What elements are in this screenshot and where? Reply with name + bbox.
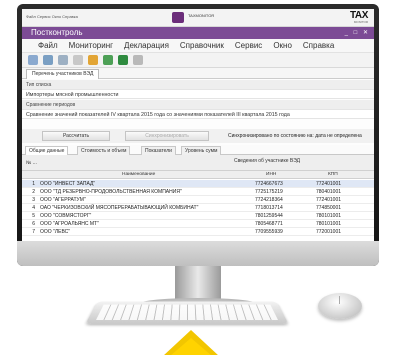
row-name: ООО "ИНВЕСТ ЗАПАД" xyxy=(40,181,96,187)
sync-status: Синхронизировано по состоянию на: дата н… xyxy=(228,133,362,139)
row-inn: 7709555939 xyxy=(255,229,283,235)
row-name: ООО "ЛЕВС" xyxy=(40,229,71,235)
synchronize-button[interactable]: Синхронизировать xyxy=(125,131,209,141)
excel-icon[interactable] xyxy=(118,55,128,65)
row-inn: 7718013714 xyxy=(255,205,283,211)
filter-icon[interactable] xyxy=(133,55,143,65)
row-number: 4 xyxy=(32,205,35,211)
row-inn: 7724667673 xyxy=(255,181,283,187)
row-number: 6 xyxy=(32,221,35,227)
calculate-button[interactable]: Рассчитать xyxy=(42,131,110,141)
refresh-icon[interactable] xyxy=(103,55,113,65)
row-kpp: 780101001 xyxy=(316,221,342,227)
mouse xyxy=(318,293,362,319)
column-group-header: Сведения об участнике ВЭД xyxy=(233,158,301,164)
column-header-inn[interactable]: ИНН xyxy=(266,172,276,177)
data-subtabs: Общие данные Стоимость и объем Показател… xyxy=(22,145,374,155)
window-title: Постконтроль xyxy=(31,28,83,37)
row-name: ОАО "ЧЕРКИЗОВСКИЙ МЯСОПЕРЕРАБАТЫВАЮЩИЙ К… xyxy=(40,205,199,211)
menu-item-help[interactable]: Справка xyxy=(303,41,334,50)
row-number: 7 xyxy=(32,229,35,235)
row-inn: 7805468771 xyxy=(255,221,283,227)
delete-icon[interactable] xyxy=(73,55,83,65)
up-arrow-inner xyxy=(170,338,212,355)
keyboard xyxy=(85,301,289,324)
tab-sum-level[interactable]: Уровень сумм xyxy=(181,146,222,155)
table-row[interactable]: 7 ООО "ЛЕВС" 7709555939 772001001 xyxy=(22,228,374,236)
app-logo-icon xyxy=(172,12,184,23)
row-inn: 7724218364 xyxy=(255,197,283,203)
row-number: 1 xyxy=(32,181,35,187)
menu-item-monitoring[interactable]: Мониторинг xyxy=(69,41,113,50)
row-name: ООО "АГЕРРАТУМ" xyxy=(40,197,86,203)
monitor-chin xyxy=(17,241,379,266)
row-kpp: 780401001 xyxy=(316,189,342,195)
row-kpp: 772401001 xyxy=(316,181,342,187)
menu-item-service[interactable]: Сервис xyxy=(235,41,262,50)
menu-item-window[interactable]: Окно xyxy=(273,41,292,50)
row-inn: 7801259544 xyxy=(255,213,283,219)
monitor: Файл Сервис Окно Справка TAXMONITOR TAX … xyxy=(17,4,379,266)
row-kpp: 772001001 xyxy=(316,229,342,235)
tab-participants-list[interactable]: Перечень участников ВЭД xyxy=(26,69,100,79)
menu-item-file[interactable]: Файл xyxy=(38,41,58,50)
row-kpp: 772401001 xyxy=(316,197,342,203)
table-row[interactable]: 5 ООО "СОВМЯСТОРГ" 7801259544 780101001 xyxy=(22,212,374,220)
table-column-headers: Наименование ИНН КПП xyxy=(22,171,374,179)
row-name: ООО "АГРОАЛЬЯНС МТ" xyxy=(40,221,99,227)
monitor-stand xyxy=(175,266,221,300)
row-number: 2 xyxy=(32,189,35,195)
table-row[interactable]: 1 ООО "ИНВЕСТ ЗАПАД" 7724667673 772401001 xyxy=(22,180,374,188)
list-type-field[interactable]: Импортеры мясной промышленности xyxy=(22,89,374,99)
table-row[interactable]: 6 ООО "АГРОАЛЬЯНС МТ" 7805468771 780101001 xyxy=(22,220,374,228)
row-name: ООО "ТД РЕЗЕРВНО-ПРОДОВОЛЬСТВЕННАЯ КОМПА… xyxy=(40,189,182,195)
row-number: 5 xyxy=(32,213,35,219)
brand-logo-sub: MONITOR xyxy=(353,20,368,24)
row-inn: 7725175219 xyxy=(255,189,283,195)
app-screen: Файл Сервис Окно Справка TAXMONITOR TAX … xyxy=(22,9,374,241)
app-logo-text: TAXMONITOR xyxy=(188,13,215,18)
row-number: 3 xyxy=(32,197,35,203)
menu-bar: Файл Мониторинг Декларация Справочник Се… xyxy=(22,39,374,52)
open-icon[interactable] xyxy=(28,55,38,65)
print-icon[interactable] xyxy=(58,55,68,65)
row-kpp: 780101001 xyxy=(316,213,342,219)
row-kpp: 774850001 xyxy=(316,205,342,211)
table-group-header: № ... Сведения об участнике ВЭД xyxy=(22,155,374,171)
column-header-number[interactable]: № ... xyxy=(26,160,37,166)
column-header-name[interactable]: Наименование xyxy=(122,172,155,177)
table-row[interactable]: 3 ООО "АГЕРРАТУМ" 7724218364 772401001 xyxy=(22,196,374,204)
save-icon[interactable] xyxy=(43,55,53,65)
tab-general-data[interactable]: Общие данные xyxy=(25,146,69,155)
period-label: Сравнение периодов xyxy=(22,100,374,109)
table-row[interactable]: 2 ООО "ТД РЕЗЕРВНО-ПРОДОВОЛЬСТВЕННАЯ КОМП… xyxy=(22,188,374,196)
menu-item-reference[interactable]: Справочник xyxy=(180,41,224,50)
toolbar xyxy=(22,52,374,68)
action-bar: Рассчитать Синхронизировать Синхронизиро… xyxy=(22,129,374,143)
app-top-banner: Файл Сервис Окно Справка TAXMONITOR TAX … xyxy=(22,9,374,27)
participants-table: № ... Сведения об участнике ВЭД Наименов… xyxy=(22,155,374,241)
tab-cost-volume[interactable]: Стоимость и объем xyxy=(77,146,131,155)
row-name: ООО "СОВМЯСТОРГ" xyxy=(40,213,92,219)
top-small-menu[interactable]: Файл Сервис Окно Справка xyxy=(26,14,78,19)
column-header-kpp[interactable]: КПП xyxy=(328,172,338,177)
list-type-label: Тип списка xyxy=(22,80,374,89)
menu-item-declaration[interactable]: Декларация xyxy=(124,41,169,50)
window-titlebar: Постконтроль _ □ ✕ xyxy=(22,27,374,39)
export-icon[interactable] xyxy=(88,55,98,65)
tab-indicators[interactable]: Показатели xyxy=(141,146,176,155)
keyboard-keys xyxy=(95,304,279,320)
document-tabs: Перечень участников ВЭД xyxy=(22,68,374,79)
window-controls[interactable]: _ □ ✕ xyxy=(345,29,370,36)
period-field[interactable]: Сравнение значений показателей IV кварта… xyxy=(22,109,374,119)
table-row[interactable]: 4 ОАО "ЧЕРКИЗОВСКИЙ МЯСОПЕРЕРАБАТЫВАЮЩИЙ … xyxy=(22,204,374,212)
stage: Файл Сервис Окно Справка TAXMONITOR TAX … xyxy=(0,0,396,355)
